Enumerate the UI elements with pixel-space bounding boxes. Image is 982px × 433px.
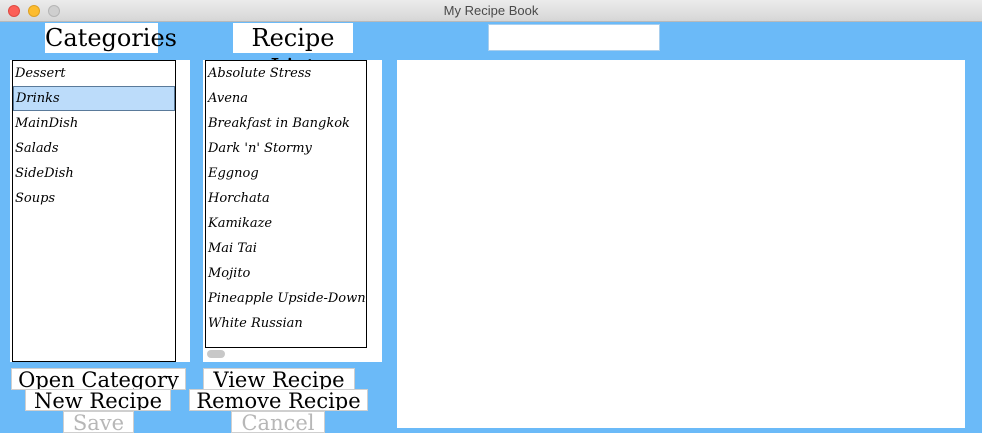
recipe-list-item[interactable]: Dark 'n' Stormy [206, 136, 366, 161]
category-list-item[interactable]: Salads [13, 136, 175, 161]
recipe-list-heading: Recipe List [233, 23, 353, 82]
save-button[interactable]: Save [63, 411, 134, 433]
recipe-list-item[interactable]: Avena [206, 86, 366, 111]
recipe-list-item[interactable]: Eggnog [206, 161, 366, 186]
categories-list[interactable]: Dessert Drinks MainDish Salads SideDish Soups [12, 60, 176, 362]
recipe-detail-pane[interactable] [397, 60, 965, 428]
recipe-list-item[interactable]: Horchata [206, 186, 366, 211]
category-list-item[interactable]: Soups [13, 186, 175, 211]
window-titlebar[interactable]: My Recipe Book [0, 0, 982, 22]
recipes-horizontal-scrollbar[interactable] [207, 350, 225, 358]
recipe-list-item[interactable]: Kamikaze [206, 211, 366, 236]
category-list-item[interactable]: Drinks [13, 86, 175, 111]
view-recipe-button[interactable]: View Recipe [203, 368, 355, 390]
category-list-item[interactable]: MainDish [13, 111, 175, 136]
category-list-item[interactable]: Dessert [13, 61, 175, 86]
new-recipe-button[interactable]: New Recipe [25, 389, 171, 411]
recipe-list-item[interactable]: Pineapple Upside-Down C [206, 286, 366, 311]
recipe-list-item[interactable]: Mai Tai [206, 236, 366, 261]
search-input[interactable] [488, 24, 660, 51]
cancel-button[interactable]: Cancel [231, 411, 325, 433]
window-title: My Recipe Book [443, 3, 539, 18]
remove-recipe-button[interactable]: Remove Recipe [189, 389, 368, 411]
recipe-list-item[interactable]: Absolute Stress [206, 61, 366, 86]
category-list-item[interactable]: SideDish [13, 161, 175, 186]
recipes-list[interactable]: Absolute Stress Avena Breakfast in Bangkok… [205, 60, 367, 348]
open-category-button[interactable]: Open Category [11, 368, 186, 390]
recipe-list-item[interactable]: Mojito [206, 261, 366, 286]
recipe-list-item[interactable]: Breakfast in Bangkok [206, 111, 366, 136]
recipe-list-item[interactable]: White Russian [206, 311, 366, 336]
categories-heading: Categories [45, 23, 177, 53]
